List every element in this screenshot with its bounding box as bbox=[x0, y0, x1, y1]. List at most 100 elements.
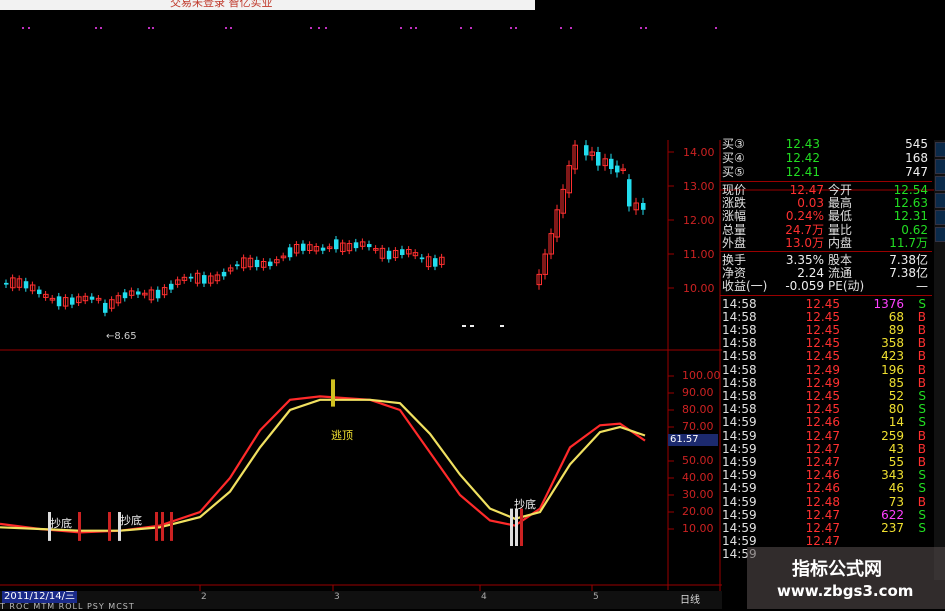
quote-row: 14:59 12.46 343 S bbox=[722, 469, 932, 482]
quote-row: 涨幅 0.24% 最低 12.31 bbox=[722, 210, 932, 223]
tick-side: S bbox=[918, 415, 926, 430]
stat-label: 内盘 bbox=[828, 235, 853, 250]
side-toolbar[interactable] bbox=[934, 140, 945, 580]
tick-volume: 237 bbox=[881, 521, 904, 535]
tick-time: 14:58 bbox=[722, 362, 757, 377]
divider bbox=[720, 294, 932, 296]
tick-volume: 14 bbox=[888, 415, 904, 430]
candle-body bbox=[400, 249, 405, 255]
tick-volume: 343 bbox=[881, 468, 904, 483]
marker-dot bbox=[640, 27, 642, 29]
ind-tick: 80.00 bbox=[682, 403, 714, 416]
tick-price: 12.45 bbox=[805, 336, 840, 351]
fund-label: 换手 bbox=[722, 253, 747, 267]
tick-price: 12.48 bbox=[805, 494, 840, 509]
candle-body bbox=[386, 250, 392, 260]
tick-volume: 55 bbox=[888, 455, 904, 469]
tick-time: 14:58 bbox=[722, 389, 757, 403]
tick-side: B bbox=[917, 309, 926, 324]
tick-volume: 80 bbox=[888, 402, 904, 417]
fund-value: 7.38亿 bbox=[889, 266, 928, 281]
quote-row: 14:58 12.45 423 B bbox=[722, 350, 932, 363]
quote-row: 14:59 12.47 259 B bbox=[722, 428, 932, 443]
candle-body bbox=[301, 243, 306, 251]
candle-body bbox=[122, 292, 128, 299]
ind-tick: 100.00 bbox=[682, 369, 721, 382]
ind-tick: 70.00 bbox=[682, 420, 714, 433]
ind-tick: 40.00 bbox=[682, 471, 714, 484]
marker-dot bbox=[510, 27, 512, 29]
period-label[interactable]: 日线 bbox=[680, 591, 700, 606]
tick-time: 14:59 bbox=[722, 428, 757, 443]
stat-value: 12.54 bbox=[893, 183, 928, 197]
tool-icon[interactable] bbox=[935, 159, 945, 174]
stat-value: 12.47 bbox=[789, 183, 824, 197]
tick-time: 14:58 bbox=[722, 349, 757, 364]
candle-body bbox=[433, 258, 438, 267]
tick-price: 12.47 bbox=[805, 507, 840, 522]
tick-side: B bbox=[917, 428, 926, 443]
quote-row: 现价 12.47 今开 12.54 bbox=[722, 184, 932, 197]
price-tick: 10.00 bbox=[683, 282, 715, 295]
quote-row: 14:58 12.45 1376 S bbox=[722, 297, 932, 311]
tool-icon[interactable] bbox=[935, 193, 945, 208]
quote-row: 14:58 12.45 52 S bbox=[722, 390, 932, 403]
candle-body bbox=[37, 289, 42, 295]
tick-volume: 259 bbox=[881, 428, 904, 443]
candle-body bbox=[470, 325, 474, 327]
tick-price: 12.45 bbox=[805, 323, 840, 337]
tick-side: S bbox=[918, 507, 926, 522]
tick-price: 12.49 bbox=[805, 362, 840, 377]
quote-row: 买④ 12.42 168 bbox=[722, 152, 932, 165]
candle-body bbox=[254, 259, 260, 268]
tick-price: 12.47 bbox=[805, 441, 840, 456]
bid-volume: 168 bbox=[905, 151, 928, 165]
bid-label: 买⑤ bbox=[722, 165, 745, 179]
candle-body bbox=[596, 152, 601, 166]
tick-time: 14:59 bbox=[722, 455, 757, 469]
tick-price: 12.45 bbox=[805, 309, 840, 324]
quote-row: 外盘 13.0万 内盘 11.7万 bbox=[722, 235, 932, 250]
signal-bar bbox=[78, 512, 81, 541]
tick-time: 14:59 bbox=[722, 494, 757, 509]
bid-price: 12.41 bbox=[785, 165, 820, 179]
tool-icon[interactable] bbox=[935, 227, 945, 242]
marker-dot bbox=[225, 27, 227, 29]
tick-volume: 43 bbox=[888, 441, 904, 456]
tick-side: B bbox=[917, 336, 926, 351]
indicator-tabs[interactable]: T ROC MTM ROLL PSY MCST bbox=[0, 602, 135, 611]
marker-dot bbox=[95, 27, 97, 29]
stat-label: 最高 bbox=[828, 196, 853, 211]
marker-dot bbox=[325, 27, 327, 29]
candle-body bbox=[235, 264, 240, 267]
quote-row: 14:59 12.46 46 S bbox=[722, 482, 932, 495]
tick-price: 12.49 bbox=[805, 375, 840, 390]
tool-icon[interactable] bbox=[935, 176, 945, 191]
low-price-marker: ←8.65 bbox=[106, 331, 137, 342]
quote-row: 收益(一) -0.059 PE(动) — bbox=[722, 280, 932, 293]
signal-bar bbox=[170, 512, 173, 541]
candle-body bbox=[136, 291, 141, 295]
k-line bbox=[0, 395, 646, 534]
marker-dot bbox=[415, 27, 417, 29]
stat-label: 量比 bbox=[828, 222, 853, 237]
quote-row: 14:58 12.49 85 B bbox=[722, 375, 932, 390]
watermark-url: www.zbgs3.com bbox=[777, 582, 914, 600]
stock-terminal: 交易未登录 智亿实业 14.00 13.00 12.00 11.00 10.00… bbox=[0, 0, 945, 611]
tick-time: 14:59 bbox=[722, 415, 757, 430]
ind-tick: 30.00 bbox=[682, 488, 714, 501]
tick-time: 14:59 bbox=[722, 468, 757, 483]
candle-body bbox=[155, 289, 161, 299]
x-tick: 4 bbox=[481, 592, 487, 602]
bottom-annotation: 抄底 bbox=[50, 517, 72, 530]
ind-tick: 20.00 bbox=[682, 505, 714, 518]
tool-icon[interactable] bbox=[935, 210, 945, 225]
x-tick: 5 bbox=[593, 592, 599, 602]
candle-body bbox=[641, 203, 646, 210]
tool-icon[interactable] bbox=[935, 142, 945, 157]
marker-dot bbox=[460, 27, 462, 29]
stat-value: 24.7万 bbox=[785, 222, 824, 237]
quote-row: 14:59 12.47 237 S bbox=[722, 522, 932, 535]
stat-label: 涨幅 bbox=[722, 209, 747, 224]
candle-body bbox=[367, 244, 372, 248]
